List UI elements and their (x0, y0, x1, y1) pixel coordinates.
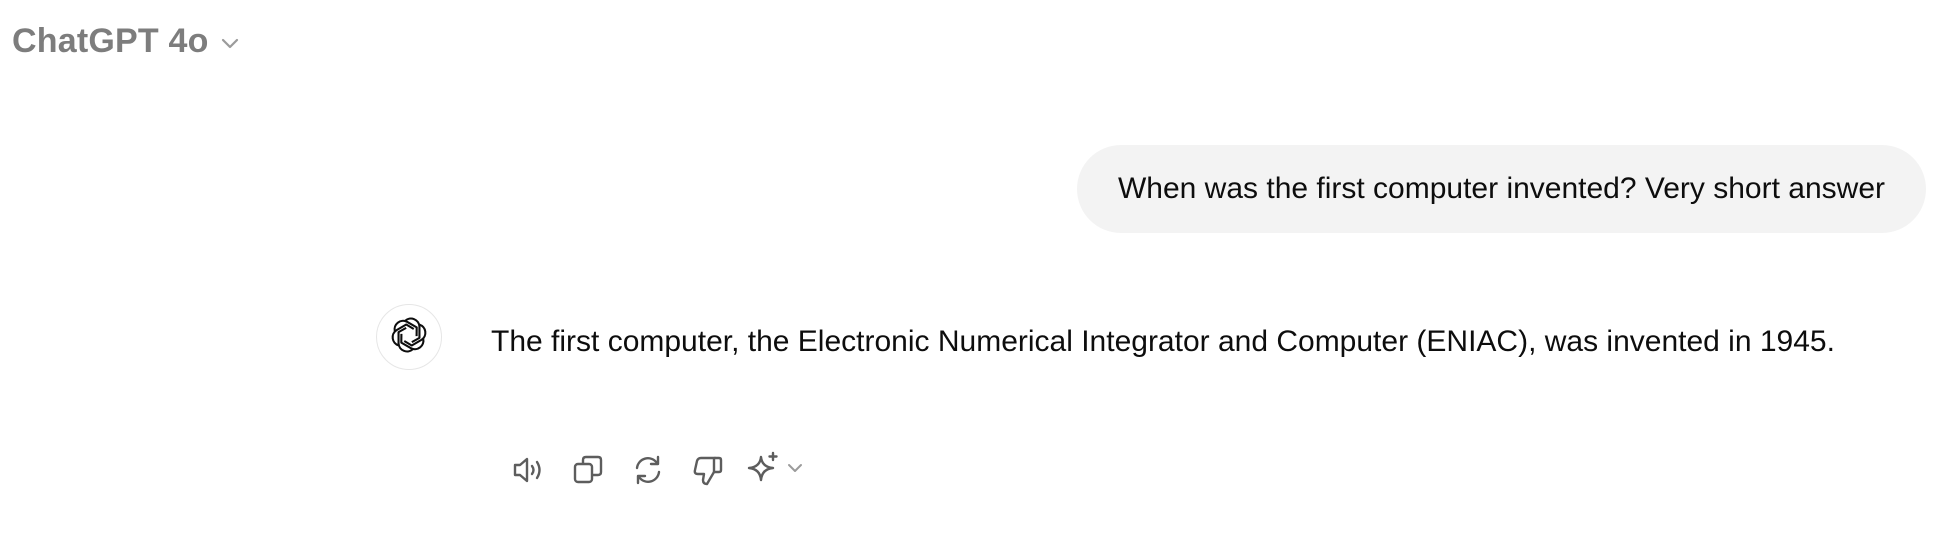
copy-icon (571, 453, 605, 487)
regenerate-button[interactable] (626, 448, 670, 492)
read-aloud-button[interactable] (506, 448, 550, 492)
user-message-text: When was the first computer invented? Ve… (1117, 172, 1885, 205)
regenerate-icon (631, 453, 665, 487)
chevron-down-icon (784, 457, 806, 484)
switch-model-button[interactable] (746, 448, 806, 492)
user-message-bubble: When was the first computer invented? Ve… (1076, 145, 1926, 233)
copy-button[interactable] (566, 448, 610, 492)
chevron-down-icon (219, 32, 241, 54)
thumbs-down-icon (691, 453, 725, 487)
read-aloud-icon (510, 452, 546, 488)
sparkle-icon (746, 450, 782, 491)
message-action-bar (506, 448, 806, 492)
openai-logo-icon (390, 316, 428, 359)
model-switcher[interactable]: ChatGPT 4o (12, 18, 241, 64)
bad-response-button[interactable] (686, 448, 730, 492)
model-name: ChatGPT 4o (12, 21, 209, 60)
assistant-message-text: The first computer, the Electronic Numer… (491, 325, 1835, 358)
assistant-avatar (376, 304, 442, 370)
